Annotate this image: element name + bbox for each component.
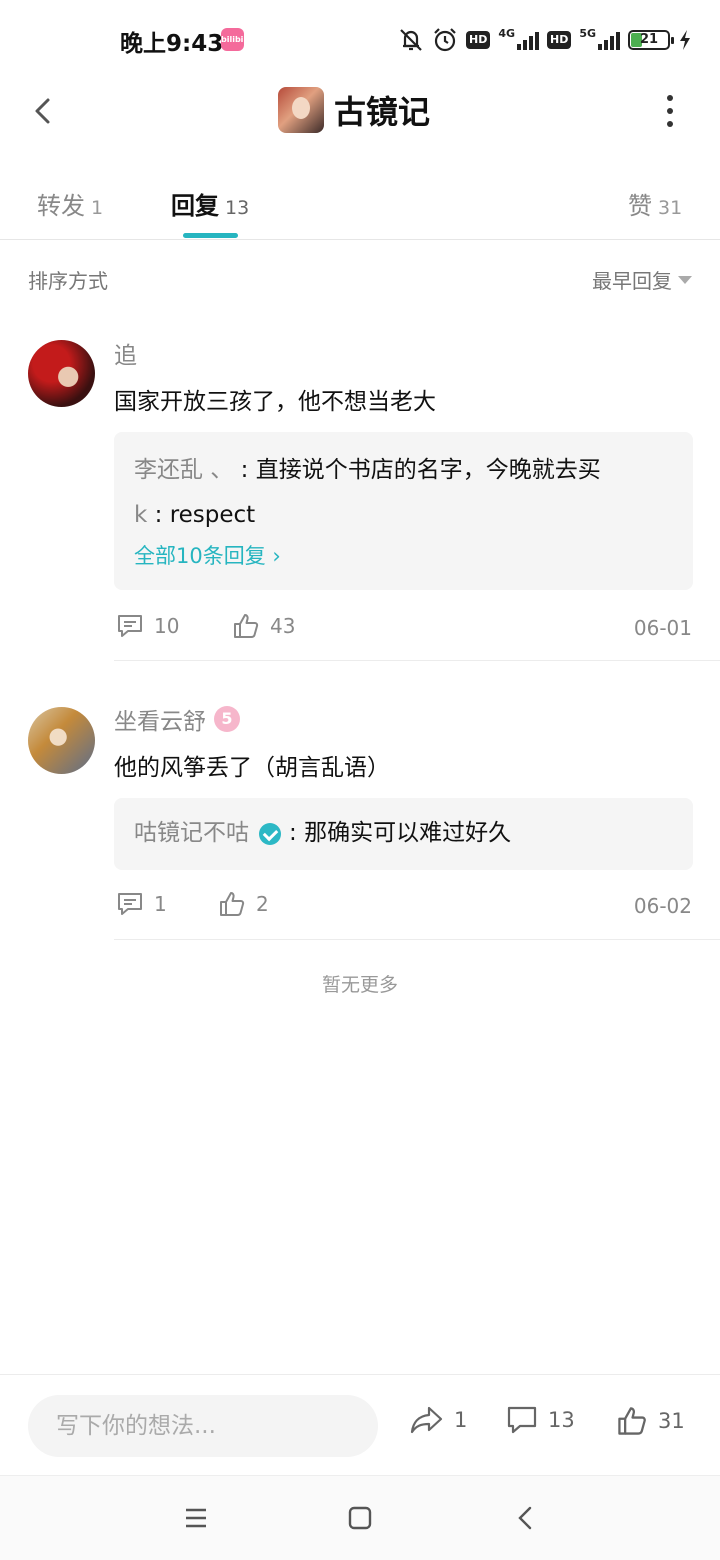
bottom-action-bar: 写下你的想法... 1 13 31: [0, 1374, 720, 1474]
comment-count: 13: [548, 1408, 575, 1432]
divider: [114, 939, 720, 940]
reply-line: 李还乱 、 : 直接说个书店的名字，今晚就去买: [134, 448, 673, 493]
comment-reply-button[interactable]: 10: [116, 612, 179, 640]
tab-replies-label: 回复: [171, 192, 219, 220]
like-count: 2: [256, 892, 269, 916]
comment-icon: [118, 615, 142, 637]
view-all-replies-link[interactable]: 全部10条回复 ›: [134, 540, 673, 570]
comment-username[interactable]: 追: [114, 336, 137, 370]
username-text: 追: [114, 343, 137, 369]
caret-down-icon: [678, 275, 692, 284]
tab-repost-label: 转发: [37, 192, 85, 220]
comment-date: 06-02: [633, 894, 692, 918]
signal-icon: [517, 30, 540, 50]
bilibili-icon: bilibili: [221, 28, 249, 51]
hd-icon: HD: [466, 31, 491, 49]
menu-icon[interactable]: [176, 1498, 216, 1538]
tab-likes-label: 赞: [628, 192, 652, 220]
bell-off-icon: [400, 29, 422, 51]
share-icon: [410, 1406, 443, 1434]
reply-text: 那确实可以难过好久: [304, 820, 512, 846]
comment-reply-button[interactable]: 1: [116, 890, 167, 918]
thumbs-up-icon: [618, 1407, 646, 1435]
comment-text: 国家开放三孩了，他不想当老大: [114, 389, 436, 415]
sort-label: 排序方式: [28, 269, 108, 293]
system-nav-bar: [0, 1475, 720, 1560]
network-type: 4G: [498, 26, 516, 40]
status-time: 晚上9:43: [120, 31, 224, 57]
reply-text: respect: [169, 502, 256, 528]
like-button[interactable]: 2: [218, 890, 269, 918]
replies-box[interactable]: 咕镜记不咕: 那确实可以难过好久: [114, 798, 693, 870]
like-count: 43: [270, 614, 296, 638]
tab-replies-count: 13: [225, 197, 250, 219]
active-tab-indicator: [183, 233, 238, 238]
battery-level: 21: [640, 32, 659, 47]
avatar[interactable]: [28, 707, 95, 774]
network-type-2: 5G: [579, 26, 597, 40]
thumbs-up-icon: [234, 614, 259, 638]
comment-icon: [118, 893, 142, 915]
comment-date: 06-01: [633, 616, 692, 640]
title-group: 古镜记: [278, 87, 430, 133]
share-button[interactable]: 1: [410, 1405, 467, 1435]
like-button[interactable]: 31: [616, 1405, 685, 1437]
username-text: 坐看云舒: [114, 709, 206, 735]
sort-value: 最早回复: [592, 269, 672, 293]
avatar[interactable]: [28, 340, 95, 407]
reply-line: 咕镜记不咕: 那确实可以难过好久: [134, 811, 673, 856]
hd-icon-2: HD: [547, 31, 572, 49]
replies-box[interactable]: 李还乱 、 : 直接说个书店的名字，今晚就去买 k : respect 全部10…: [114, 432, 693, 590]
more-options-icon[interactable]: [650, 86, 690, 136]
post-avatar: [278, 87, 324, 133]
reply-username[interactable]: 咕镜记不咕: [134, 811, 249, 856]
comment-username[interactable]: 坐看云舒 5: [114, 702, 240, 736]
like-count: 31: [658, 1409, 685, 1433]
tab-bar: 转发 1 回复 13 赞 31: [0, 170, 720, 240]
status-bar: 晚上9:43 bilibili HD 4G HD 5G 21: [0, 0, 720, 80]
comment-icon: [507, 1406, 537, 1434]
charging-icon: [680, 30, 691, 50]
back-icon[interactable]: [506, 1498, 546, 1538]
comment-input[interactable]: 写下你的想法...: [28, 1395, 378, 1457]
tab-repost-count: 1: [91, 197, 104, 219]
tab-likes[interactable]: 赞 31: [628, 186, 682, 221]
thumbs-up-icon: [220, 892, 245, 916]
back-arrow-icon[interactable]: [20, 86, 70, 136]
reply-username[interactable]: k: [134, 493, 147, 538]
alarm-icon: [434, 28, 456, 52]
level-badge: 5: [214, 706, 240, 732]
end-of-list-text: 暂无更多: [321, 974, 398, 996]
signal-icon-2: [598, 30, 621, 50]
top-bar: 古镜记: [0, 80, 720, 142]
home-icon[interactable]: [340, 1498, 380, 1538]
divider: [114, 660, 720, 661]
page-title: 古镜记: [334, 93, 431, 131]
comment-button[interactable]: 13: [506, 1405, 575, 1435]
share-count: 1: [454, 1408, 468, 1432]
comment-actions: 1 2 06-02: [114, 890, 692, 924]
status-icons: HD 4G HD 5G 21: [398, 24, 692, 56]
tab-repost[interactable]: 转发 1: [37, 186, 103, 221]
comment-count: 1: [154, 892, 167, 916]
reply-username[interactable]: 李还乱 、: [134, 448, 233, 493]
comment-actions: 10 43 06-01: [114, 612, 692, 646]
verified-icon: [259, 822, 281, 845]
reply-text: 直接说个书店的名字，今晚就去买: [255, 457, 601, 483]
tab-likes-count: 31: [658, 197, 683, 219]
reply-line: k : respect: [134, 493, 673, 538]
tab-replies[interactable]: 回复 13: [171, 186, 249, 221]
comment-text: 他的风筝丢了（胡言乱语）: [114, 755, 390, 781]
battery-icon: 21: [628, 30, 675, 50]
sort-dropdown[interactable]: 最早回复: [592, 265, 692, 294]
like-button[interactable]: 43: [232, 612, 295, 640]
comment-count: 10: [154, 614, 180, 638]
